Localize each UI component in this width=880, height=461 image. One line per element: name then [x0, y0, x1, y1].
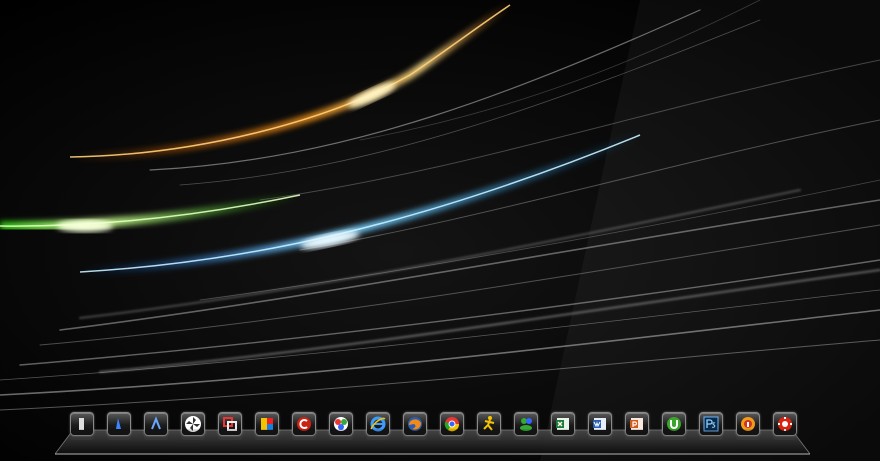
dock-reflection: [70, 429, 810, 440]
desktop-wallpaper: [0, 0, 880, 461]
dock: [55, 408, 810, 456]
